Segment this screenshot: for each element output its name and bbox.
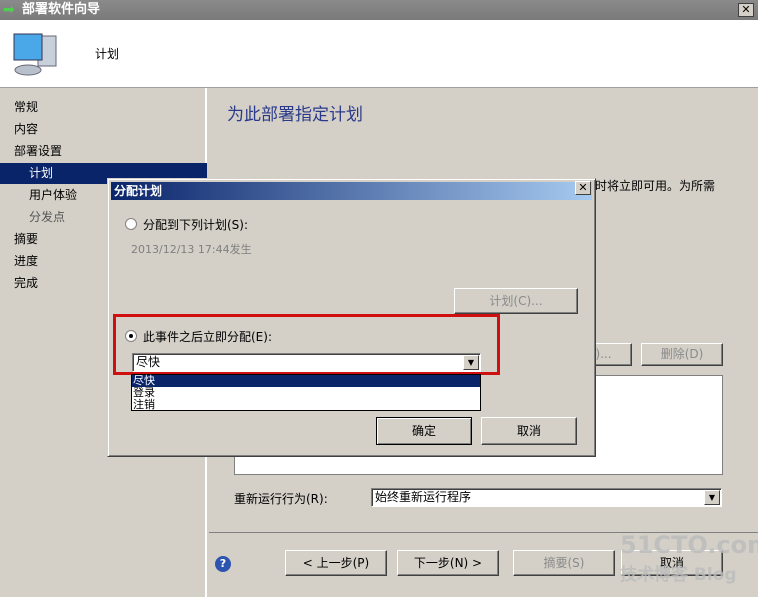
option-asap[interactable]: 尽快: [132, 375, 480, 387]
option-logon[interactable]: 登录: [132, 387, 480, 399]
rerun-label: 重新运行行为(R):: [234, 492, 328, 506]
prev-button[interactable]: < 上一步(P): [285, 550, 387, 576]
page-title: 为此部署指定计划: [227, 105, 363, 125]
wizard-header: 计划: [0, 20, 758, 88]
nav-item-general[interactable]: 常规: [0, 97, 207, 118]
ok-button[interactable]: 确定: [376, 417, 472, 445]
schedule-radio[interactable]: [125, 218, 137, 230]
option-logoff[interactable]: 注销: [132, 399, 480, 411]
arrow-icon: ➡: [3, 2, 15, 18]
help-icon[interactable]: ?: [215, 556, 231, 572]
computer-icon: [13, 33, 57, 76]
chevron-down-icon[interactable]: ▼: [704, 490, 720, 505]
header-title: 计划: [95, 47, 120, 61]
rerun-value: 始终重新运行程序: [375, 490, 472, 504]
schedule-button[interactable]: 计划(C)...: [454, 288, 578, 314]
dialog-close-button[interactable]: ✕: [575, 181, 591, 195]
highlight-box: [113, 314, 500, 375]
nav-item-content[interactable]: 内容: [0, 119, 207, 140]
watermark-subtitle: 技术博客 Blog: [620, 565, 737, 585]
rerun-select[interactable]: 始终重新运行程序 ▼: [371, 488, 722, 507]
event-dropdown-list[interactable]: 尽快 登录 注销: [131, 374, 481, 411]
dialog-title: 分配计划: [111, 182, 592, 200]
window-title: 部署软件向导: [22, 2, 101, 17]
summary-button[interactable]: 摘要(S): [513, 550, 615, 576]
title-bar: 部署软件向导: [0, 0, 758, 20]
close-button[interactable]: ✕: [738, 3, 754, 17]
description-text: 时将立即可用。为所需: [595, 179, 716, 193]
next-button[interactable]: 下一步(N) >: [397, 550, 499, 576]
nav-item-deployment-settings[interactable]: 部署设置: [0, 141, 207, 162]
schedule-detail: 2013/12/13 17:44发生: [131, 243, 252, 256]
watermark-logo: 51CTO.com: [620, 531, 758, 559]
delete-button[interactable]: 删除(D): [641, 343, 723, 366]
dialog-cancel-button[interactable]: 取消: [481, 417, 577, 445]
schedule-radio-label[interactable]: 分配到下列计划(S):: [143, 216, 248, 233]
